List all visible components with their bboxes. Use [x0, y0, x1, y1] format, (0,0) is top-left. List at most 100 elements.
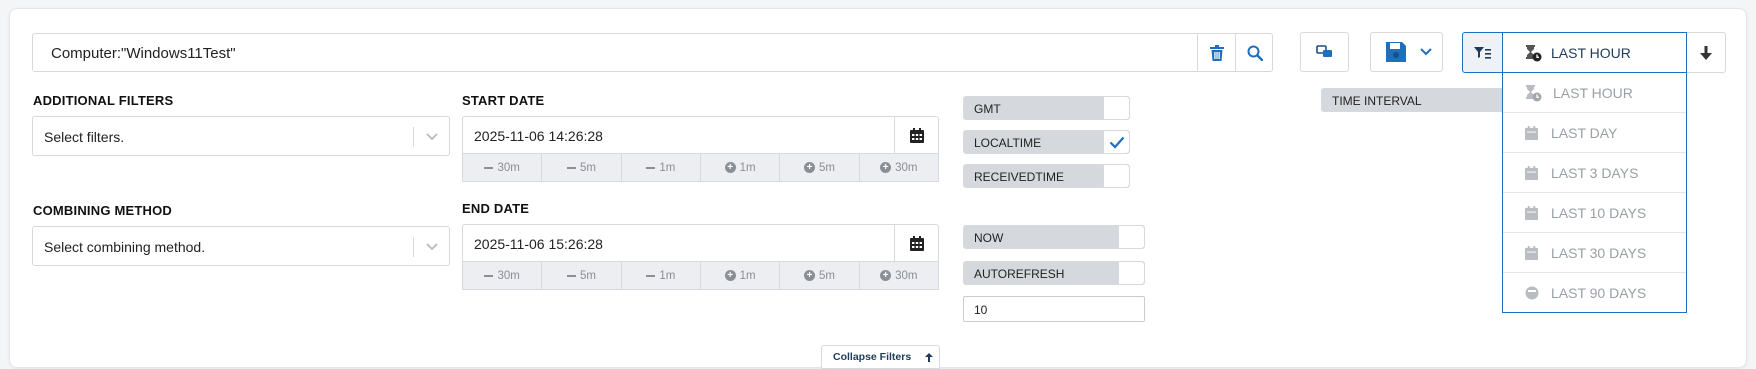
combining-method-select[interactable]: Select combining method. [32, 226, 450, 266]
start-date-label: START DATE [462, 93, 545, 108]
start-plus-30m-button[interactable]: +30m [860, 154, 938, 181]
now-checkbox[interactable] [1118, 226, 1144, 248]
collapse-filters-button[interactable]: Collapse Filters [821, 345, 940, 369]
end-plus-1m-button[interactable]: +1m [701, 262, 781, 289]
minus-icon [646, 166, 656, 169]
plus-icon: + [724, 270, 736, 281]
trash-icon [1209, 44, 1224, 61]
start-date-input[interactable]: 2025-11-06 14:26:28 [462, 116, 939, 154]
filter-toggle-button[interactable] [1462, 32, 1503, 73]
arrow-up-icon [925, 352, 934, 362]
gmt-label: GMT [974, 102, 1001, 116]
plus-icon: + [803, 270, 815, 281]
hourglass-clock-icon [1525, 44, 1543, 67]
clear-search-button[interactable] [1197, 34, 1235, 71]
archive-icon [1525, 286, 1539, 300]
receivedtime-checkbox[interactable] [1103, 165, 1129, 187]
step-label: 30m [895, 161, 918, 174]
time-range-option-last-90-days[interactable]: LAST 90 DAYS [1503, 273, 1686, 313]
minus-icon [484, 166, 494, 169]
select-separator [413, 237, 414, 257]
chevron-down-icon [426, 133, 438, 141]
minus-icon [567, 274, 576, 277]
time-range-option-last-hour[interactable]: LAST HOUR [1503, 73, 1686, 113]
end-plus-5m-button[interactable]: +5m [780, 262, 860, 289]
time-interval-toggle[interactable]: TIME INTERVAL [1321, 88, 1506, 112]
link-icon [1315, 45, 1332, 57]
option-label: LAST DAY [1551, 124, 1618, 141]
search-button[interactable] [1235, 34, 1273, 71]
calendar-icon [909, 235, 924, 251]
option-label: LAST 10 DAYS [1551, 204, 1647, 221]
start-plus-5m-button[interactable]: +5m [780, 154, 860, 181]
receivedtime-label: RECEIVEDTIME [974, 170, 1065, 184]
link-button[interactable] [1300, 32, 1349, 72]
filter-icon [1473, 46, 1491, 59]
gmt-checkbox[interactable] [1103, 97, 1129, 119]
time-range-option-last-10-days[interactable]: LAST 10 DAYS [1503, 193, 1686, 233]
collapse-filters-label: Collapse Filters [833, 351, 912, 363]
end-date-input[interactable]: 2025-11-06 15:26:28 [462, 224, 939, 262]
additional-filters-placeholder: Select filters. [44, 129, 125, 145]
start-minus-30m-button[interactable]: 30m [463, 154, 543, 181]
save-icon [1386, 42, 1406, 62]
step-label: 30m [497, 269, 520, 282]
download-button[interactable] [1686, 32, 1726, 73]
time-range-select[interactable]: LAST HOUR [1502, 32, 1687, 73]
start-date-value: 2025-11-06 14:26:28 [474, 128, 603, 144]
calendar-icon [1525, 125, 1538, 140]
end-minus-1m-button[interactable]: 1m [622, 262, 701, 289]
hourglass-clock-icon [1526, 84, 1542, 101]
calendar-icon [909, 127, 924, 143]
search-icon [1247, 45, 1263, 61]
check-icon [1109, 136, 1124, 149]
option-label: LAST 3 DAYS [1551, 164, 1639, 181]
start-minus-5m-button[interactable]: 5m [542, 154, 622, 181]
step-label: 5m [580, 269, 596, 282]
end-minus-5m-button[interactable]: 5m [542, 262, 622, 289]
save-menu-button[interactable] [1370, 32, 1443, 72]
gmt-toggle[interactable]: GMT [963, 96, 1130, 120]
option-label: LAST 30 DAYS [1551, 244, 1647, 261]
localtime-checkbox[interactable] [1103, 131, 1129, 153]
autorefresh-toggle[interactable]: AUTOREFRESH [963, 261, 1145, 285]
end-date-label: END DATE [462, 201, 530, 216]
localtime-toggle[interactable]: LOCALTIME [963, 130, 1130, 154]
time-range-option-last-3-days[interactable]: LAST 3 DAYS [1503, 153, 1686, 193]
end-date-steps: 30m 5m 1m +1m +5m +30m [462, 262, 939, 290]
autorefresh-checkbox[interactable] [1118, 262, 1144, 284]
calendar-icon [1525, 245, 1538, 260]
additional-filters-select[interactable]: Select filters. [32, 116, 450, 156]
plus-icon: + [880, 162, 892, 173]
plus-icon: + [880, 270, 892, 281]
search-input[interactable]: Computer:"Windows11Test" [51, 45, 236, 62]
select-separator [413, 127, 414, 147]
step-label: 30m [895, 269, 918, 282]
time-range-option-last-30-days[interactable]: LAST 30 DAYS [1503, 233, 1686, 273]
start-date-calendar-button[interactable] [894, 117, 938, 153]
refresh-interval-input[interactable]: 10 [963, 296, 1145, 322]
receivedtime-toggle[interactable]: RECEIVEDTIME [963, 164, 1130, 188]
step-label: 5m [818, 269, 835, 282]
step-label: 1m [659, 161, 676, 174]
step-label: 5m [580, 161, 596, 174]
start-plus-1m-button[interactable]: +1m [701, 154, 781, 181]
end-date-calendar-button[interactable] [894, 225, 938, 261]
step-label: 1m [739, 161, 756, 174]
step-label: 30m [497, 161, 520, 174]
minus-icon [646, 274, 656, 277]
search-bar[interactable]: Computer:"Windows11Test" [32, 33, 1273, 72]
end-plus-30m-button[interactable]: +30m [860, 262, 938, 289]
now-toggle[interactable]: NOW [963, 225, 1145, 249]
end-date-value: 2025-11-06 15:26:28 [474, 236, 603, 252]
option-label: LAST HOUR [1553, 84, 1633, 101]
plus-icon: + [724, 162, 736, 173]
option-label: LAST 90 DAYS [1551, 285, 1647, 301]
arrow-down-icon [1700, 45, 1712, 60]
localtime-label: LOCALTIME [974, 136, 1042, 150]
start-minus-1m-button[interactable]: 1m [622, 154, 701, 181]
calendar-icon [1525, 165, 1538, 180]
time-interval-label: TIME INTERVAL [1332, 94, 1422, 108]
time-range-option-last-day[interactable]: LAST DAY [1503, 113, 1686, 153]
end-minus-30m-button[interactable]: 30m [463, 262, 543, 289]
